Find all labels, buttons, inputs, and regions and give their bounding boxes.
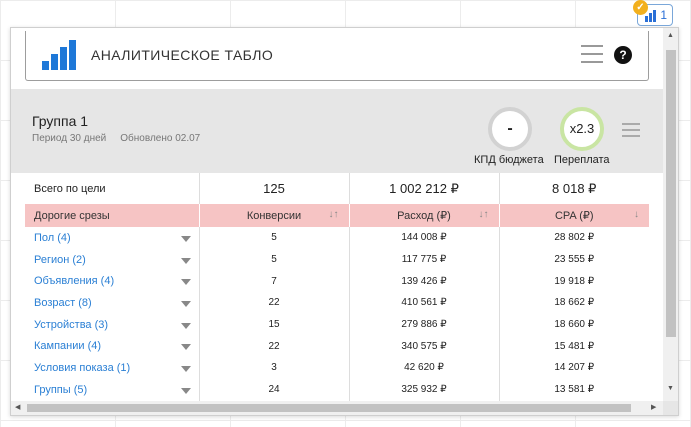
- table-row: Группы (5) 24 325 932 ₽ 13 581 ₽: [25, 378, 649, 401]
- conversions-cell: 24: [199, 378, 350, 401]
- group-menu-icon[interactable]: [622, 121, 640, 139]
- cpa-cell: 28 802 ₽: [554, 232, 595, 244]
- conversions-cell: 22: [199, 335, 350, 358]
- caret-down-icon[interactable]: [180, 344, 191, 351]
- cost-cell: 139 426 ₽: [349, 270, 500, 293]
- conversions-cell: 22: [199, 292, 350, 314]
- caret-down-icon[interactable]: [180, 387, 191, 394]
- slices-table: Всего по цели 125 1 002 212 ₽ 8 018 ₽ До…: [25, 173, 649, 401]
- analytics-popup: АНАЛИТИЧЕСКОЕ ТАБЛО ? Группа 1 Период 30…: [10, 27, 679, 416]
- totals-cost: 1 002 212 ₽: [349, 173, 500, 204]
- group-updated: Обновлено 02.07: [120, 133, 201, 144]
- sort-arrows-icon[interactable]: ↓↑: [329, 209, 339, 220]
- totals-cpa: 8 018 ₽: [552, 180, 597, 196]
- app-header: АНАЛИТИЧЕСКОЕ ТАБЛО ?: [25, 31, 649, 81]
- slice-link[interactable]: Возраст (8): [34, 297, 92, 309]
- slice-cell: Устройства (3): [25, 313, 200, 336]
- extension-badge-count: 1: [660, 8, 667, 22]
- cpa-cell: 15 481 ₽: [554, 340, 595, 352]
- conversions-cell: 15: [199, 313, 350, 336]
- totals-label: Всего по цели: [25, 173, 200, 204]
- column-header-conversions[interactable]: Конверсии ↓↑: [199, 204, 350, 227]
- caret-down-icon[interactable]: [180, 366, 191, 373]
- totals-row: Всего по цели 125 1 002 212 ₽ 8 018 ₽: [25, 173, 649, 204]
- check-icon: ✓: [633, 0, 648, 15]
- table-row: Регион (2) 5 117 775 ₽ 23 555 ₽: [25, 248, 649, 271]
- slice-link[interactable]: Пол (4): [34, 232, 71, 244]
- slice-cell: Возраст (8): [25, 292, 200, 314]
- table-body: Пол (4) 5 144 008 ₽ 28 802 ₽ Регион (2) 5 117 …: [25, 227, 649, 401]
- cpa-cell: 14 207 ₽: [554, 362, 595, 374]
- scrollbar-corner: [663, 401, 678, 415]
- caret-down-icon[interactable]: [180, 236, 191, 242]
- scroll-left-icon[interactable]: ◀: [15, 403, 20, 411]
- cost-cell: 325 932 ₽: [349, 378, 500, 401]
- cpa-cell: 13 581 ₽: [554, 384, 595, 396]
- kpd-indicator: -: [488, 107, 532, 151]
- slice-link[interactable]: Группы (5): [34, 384, 87, 396]
- vertical-scrollbar[interactable]: ▲ ▼: [663, 28, 678, 401]
- scroll-up-icon[interactable]: ▲: [667, 32, 674, 39]
- cost-cell: 279 886 ₽: [349, 313, 500, 336]
- group-name: Группа 1: [32, 113, 89, 129]
- slice-cell: Объявления (4): [25, 270, 200, 293]
- table-row: Кампании (4) 22 340 575 ₽ 15 481 ₽: [25, 335, 649, 358]
- kpd-label: КПД бюджета: [474, 154, 544, 166]
- overpay-indicator: x2.3: [560, 107, 604, 151]
- table-row: Пол (4) 5 144 008 ₽ 28 802 ₽: [25, 227, 649, 249]
- overpay-label: Переплата: [554, 154, 610, 166]
- cost-cell: 340 575 ₽: [349, 335, 500, 358]
- table-row: Объявления (4) 7 139 426 ₽ 19 918 ₽: [25, 270, 649, 293]
- group-meta: Период 30 дней Обновлено 02.07: [32, 133, 200, 144]
- slice-cell: Кампании (4): [25, 335, 200, 358]
- scroll-right-icon[interactable]: ▶: [651, 403, 656, 411]
- column-header-cpa[interactable]: CPA (₽) ↓: [499, 204, 649, 227]
- table-header-row: Дорогие срезы Конверсии ↓↑ Расход (₽) ↓↑ C…: [25, 204, 649, 227]
- cpa-cell: 23 555 ₽: [554, 254, 595, 266]
- help-button[interactable]: ?: [614, 46, 632, 64]
- caret-down-icon[interactable]: [180, 322, 191, 329]
- conversions-cell: 5: [199, 227, 350, 249]
- vertical-scroll-thumb[interactable]: [666, 50, 676, 337]
- sort-arrows-icon[interactable]: ↓↑: [479, 209, 489, 220]
- cost-cell: 42 620 ₽: [349, 357, 500, 379]
- horizontal-scroll-thumb[interactable]: [27, 404, 631, 412]
- slice-link[interactable]: Кампании (4): [34, 340, 101, 352]
- cpa-cell: 19 918 ₽: [554, 275, 595, 287]
- horizontal-scrollbar[interactable]: ◀ ▶: [11, 401, 663, 415]
- group-panel: Группа 1 Период 30 дней Обновлено 02.07 -…: [11, 89, 663, 173]
- group-period: Период 30 дней: [32, 133, 107, 144]
- app-title: АНАЛИТИЧЕСКОЕ ТАБЛО: [91, 47, 274, 63]
- table-row: Условия показа (1) 3 42 620 ₽ 14 207 ₽: [25, 357, 649, 379]
- slice-link[interactable]: Регион (2): [34, 254, 86, 266]
- table-row: Возраст (8) 22 410 561 ₽ 18 662 ₽: [25, 292, 649, 314]
- cost-cell: 410 561 ₽: [349, 292, 500, 314]
- scroll-down-icon[interactable]: ▼: [667, 385, 674, 392]
- slice-cell: Пол (4): [25, 227, 200, 249]
- totals-conversions: 125: [199, 173, 350, 204]
- cost-cell: 144 008 ₽: [349, 227, 500, 249]
- conversions-cell: 7: [199, 270, 350, 293]
- cost-cell: 117 775 ₽: [349, 248, 500, 271]
- caret-down-icon[interactable]: [180, 279, 191, 286]
- column-header-cost[interactable]: Расход (₽) ↓↑: [349, 204, 500, 227]
- slice-link[interactable]: Объявления (4): [34, 275, 114, 287]
- caret-down-icon[interactable]: [180, 301, 191, 308]
- bar-chart-icon: [645, 10, 659, 22]
- caret-down-icon[interactable]: [180, 257, 191, 264]
- hamburger-icon[interactable]: [581, 43, 603, 65]
- sort-desc-icon[interactable]: ↓: [634, 209, 639, 220]
- slice-cell: Условия показа (1): [25, 357, 200, 379]
- table-row: Устройства (3) 15 279 886 ₽ 18 660 ₽: [25, 313, 649, 336]
- logo-bar-chart-icon: [42, 40, 76, 70]
- slice-link[interactable]: Устройства (3): [34, 319, 108, 331]
- conversions-cell: 5: [199, 248, 350, 271]
- slice-cell: Регион (2): [25, 248, 200, 271]
- conversions-cell: 3: [199, 357, 350, 379]
- column-header-slices: Дорогие срезы: [25, 204, 200, 227]
- slice-link[interactable]: Условия показа (1): [34, 362, 130, 374]
- cpa-cell: 18 660 ₽: [554, 319, 595, 331]
- slice-cell: Группы (5): [25, 378, 200, 401]
- cpa-cell: 18 662 ₽: [554, 297, 595, 309]
